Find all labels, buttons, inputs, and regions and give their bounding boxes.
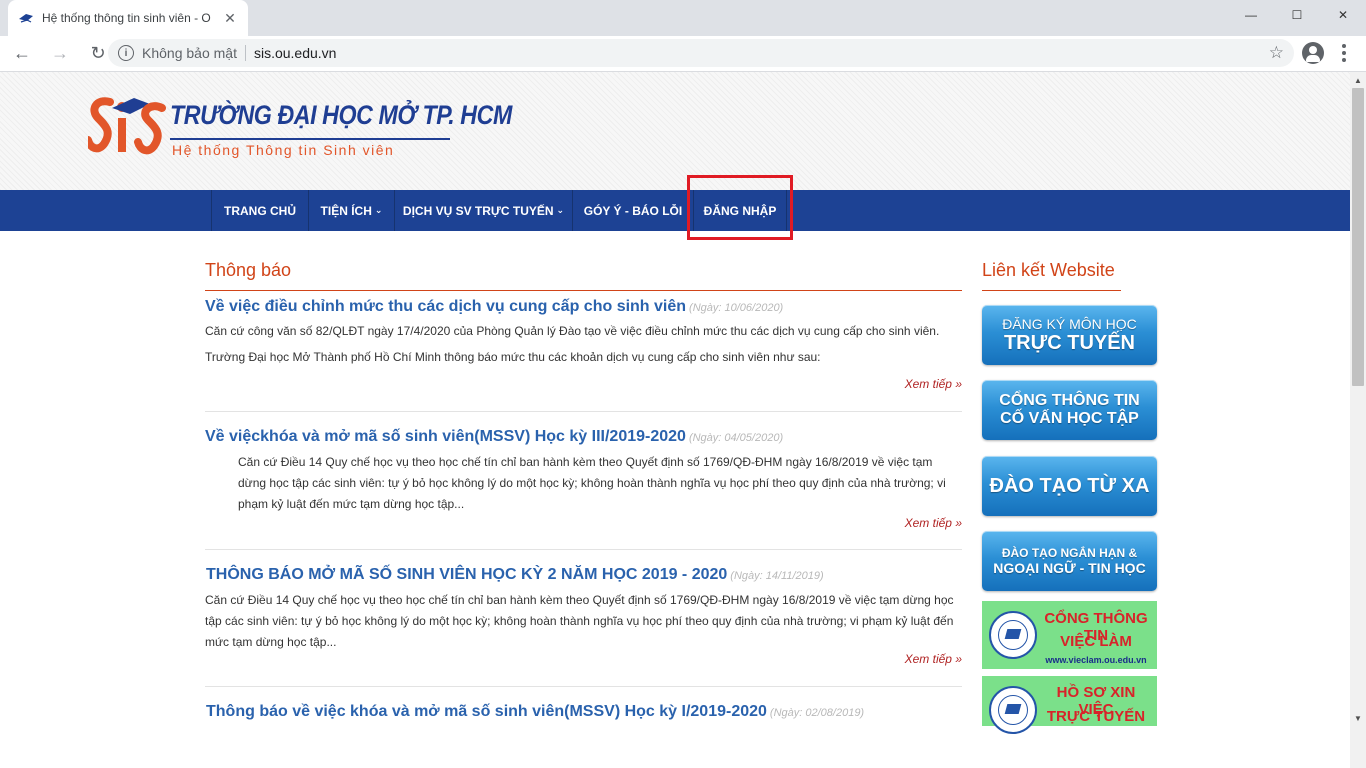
logo-title: TRƯỜNG ĐẠI HỌC MỞ TP. HCM [170,100,512,130]
jobs-portal-line2: VIỆC LÀM [1060,633,1132,650]
logo-subtitle: Hệ thống Thông tin Sinh viên [172,142,395,158]
url-text[interactable]: sis.ou.edu.vn [254,45,337,61]
window-controls: — ☐ ✕ [1228,0,1366,30]
short-courses-line2: NGOẠI NGỮ - TIN HỌC [993,560,1146,576]
nav-feedback-label: GÓY Ý - BÁO LỖI [583,203,683,218]
profile-avatar-icon[interactable] [1302,42,1324,64]
tab-close-icon[interactable]: ✕ [222,10,238,27]
info-icon[interactable]: i [118,45,134,61]
jobs-portal-banner[interactable]: CỔNG THÔNG TIN VIỆC LÀM www.vieclam.ou.e… [982,601,1157,669]
sidebar-divider [982,290,1121,291]
section-title: Thông báo [205,260,292,280]
nav-login-label: ĐĂNG NHẬP [703,203,777,218]
address-bar[interactable]: i Không bảo mật sis.ou.edu.vn ☆ [108,39,1294,67]
tab-title: Hệ thống thông tin sinh viên - O [42,11,211,25]
browser-menu-icon[interactable] [1334,42,1354,64]
academic-advisor-button[interactable]: CỔNG THÔNG TIN CỐ VẤN HỌC TẬP [982,380,1157,440]
distance-learning-label: ĐÀO TẠO TỪ XA [989,474,1150,497]
university-seal-icon [989,611,1037,659]
article-title-link[interactable]: THÔNG BÁO MỞ MÃ SỐ SINH VIÊN HỌC KỲ 2 NĂ… [205,566,962,584]
article-date: (Ngày: 04/05/2020) [688,432,784,444]
course-registration-line1: ĐĂNG KÝ MÔN HỌC [1002,315,1137,332]
article-item: THÔNG BÁO MỞ MÃ SỐ SINH VIÊN HỌC KỲ 2 NĂ… [205,566,962,676]
read-more-link[interactable]: Xem tiếp » [905,377,962,391]
browser-tab-strip: Hệ thống thông tin sinh viên - O ✕ — ☐ ✕ [0,0,1366,36]
site-header: TRƯỜNG ĐẠI HỌC MỞ TP. HCM Hệ thống Thông… [0,72,1350,190]
course-registration-button[interactable]: ĐĂNG KÝ MÔN HỌC TRỰC TUYẾN [982,305,1157,365]
article-title-text: THÔNG BÁO MỞ MÃ SỐ SINH VIÊN HỌC KỲ 2 NĂ… [206,566,728,583]
main-navbar: TRANG CHỦ TIỆN ÍCH ⌄ DỊCH VỤ SV TRỰC TUYẾ… [0,190,1350,231]
scroll-up-arrow-icon[interactable]: ▲ [1350,72,1366,88]
nav-online-services[interactable]: DỊCH VỤ SV TRỰC TUYẾN ⌄ [394,190,572,231]
favicon-icon [18,10,34,26]
article-item: Thông báo về việc khóa và mở mã số sinh … [205,703,962,733]
logo-divider [170,138,450,140]
nav-login[interactable]: ĐĂNG NHẬP [693,190,787,231]
scrollbar-thumb[interactable] [1352,88,1364,386]
online-cv-line2: TRỰC TUYẾN [1046,708,1146,725]
article-excerpt: Căn cứ Điều 14 Quy chế học vụ theo học c… [238,455,946,511]
nav-home-label: TRANG CHỦ [224,203,296,218]
article-divider [205,411,962,412]
article-item: Về việc điều chỉnh mức thu các dịch vụ c… [205,298,962,402]
jobs-portal-url: www.vieclam.ou.edu.vn [1045,655,1147,665]
academic-advisor-line1: CỔNG THÔNG TIN [999,392,1140,409]
article-title-text: Về việckhóa và mở mã số sinh viên(MSSV) … [205,428,686,445]
article-excerpt: Căn cứ công văn số 82/QLĐT ngày 17/4/202… [205,324,940,338]
university-seal-icon [989,686,1037,734]
online-cv-banner[interactable]: HỒ SƠ XIN VIỆC TRỰC TUYẾN [982,676,1157,734]
security-indicator[interactable]: Không bảo mật [142,45,237,61]
short-courses-button[interactable]: ĐÀO TẠO NGẮN HẠN & NGOẠI NGỮ - TIN HỌC [982,531,1157,591]
short-courses-line1: ĐÀO TẠO NGẮN HẠN & [1001,546,1138,560]
address-separator [244,45,246,61]
article-title-link[interactable]: Thông báo về việc khóa và mở mã số sinh … [205,703,962,721]
nav-feedback[interactable]: GÓY Ý - BÁO LỖI [572,190,693,231]
academic-advisor-line2: CỐ VẤN HỌC TẬP [1000,410,1139,427]
sidebar-title: Liên kết Website [982,260,1115,280]
window-close-button[interactable]: ✕ [1320,0,1366,30]
course-registration-line2: TRỰC TUYẾN [1003,331,1136,354]
distance-learning-button[interactable]: ĐÀO TẠO TỪ XA [982,456,1157,516]
bookmark-star-icon[interactable]: ☆ [1269,43,1284,63]
article-item: Về việckhóa và mở mã số sinh viên(MSSV) … [205,428,962,538]
browser-toolbar: ← → ↻ i Không bảo mật sis.ou.edu.vn ☆ [0,36,1366,72]
browser-tab[interactable]: Hệ thống thông tin sinh viên - O ✕ [8,0,248,36]
site-logo[interactable]: TRƯỜNG ĐẠI HỌC MỞ TP. HCM Hệ thống Thông… [88,94,512,164]
page-scrollbar[interactable]: ▲ ▼ [1350,72,1366,768]
article-title-link[interactable]: Về việc điều chỉnh mức thu các dịch vụ c… [205,298,962,316]
article-date: (Ngày: 10/06/2020) [689,302,784,314]
article-divider [205,686,962,687]
sis-logo-mark-icon [88,97,166,155]
minimize-button[interactable]: — [1228,0,1274,30]
read-more-link[interactable]: Xem tiếp » [905,516,962,530]
article-title-text: Thông báo về việc khóa và mở mã số sinh … [206,703,767,720]
article-date: (Ngày: 14/11/2019) [730,570,824,582]
article-date: (Ngày: 02/08/2019) [769,707,865,719]
article-title-link[interactable]: Về việckhóa và mở mã số sinh viên(MSSV) … [205,428,962,446]
nav-home[interactable]: TRANG CHỦ [211,190,308,231]
read-more-link[interactable]: Xem tiếp » [905,652,962,666]
nav-online-services-label: DỊCH VỤ SV TRỰC TUYẾN [402,203,554,218]
chevron-down-icon: ⌄ [556,205,565,215]
chevron-down-icon: ⌄ [374,205,383,215]
article-title-text: Về việc điều chỉnh mức thu các dịch vụ c… [205,298,687,315]
back-button[interactable]: ← [6,38,38,70]
article-excerpt-2: Trường Đại học Mở Thành phố Hồ Chí Minh … [205,350,821,364]
page-viewport: TRƯỜNG ĐẠI HỌC MỞ TP. HCM Hệ thống Thông… [0,72,1350,768]
section-divider [205,290,962,291]
maximize-button[interactable]: ☐ [1274,0,1320,30]
forward-button[interactable]: → [44,38,76,70]
scroll-down-arrow-icon[interactable]: ▼ [1350,710,1366,726]
nav-utilities-label: TIỆN ÍCH [320,203,372,218]
article-divider [205,549,962,550]
nav-utilities[interactable]: TIỆN ÍCH ⌄ [308,190,394,231]
article-excerpt: Căn cứ Điều 14 Quy chế học vụ theo học c… [205,593,954,649]
